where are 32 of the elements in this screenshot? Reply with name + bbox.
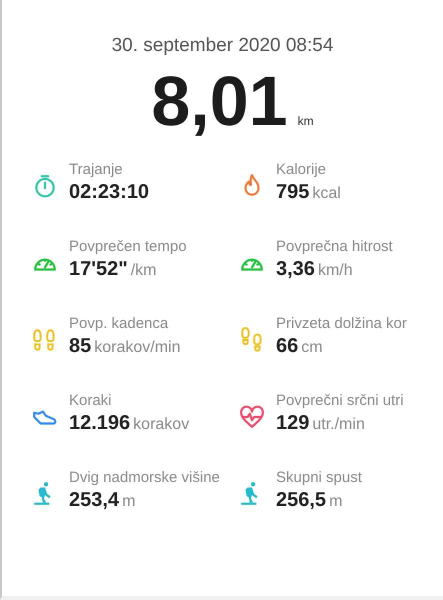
metric-unit: m	[329, 493, 342, 511]
distance-value: 8,01	[151, 61, 288, 141]
date-time: 30. september 2020 08:54	[110, 35, 334, 57]
metric-value: 66	[276, 335, 298, 358]
metric-label: Povprečen tempo	[69, 238, 187, 255]
metric-value: 12.196	[69, 412, 130, 435]
metric-unit: korakov	[133, 416, 190, 434]
metric-value: 3,36	[276, 258, 315, 281]
metric-unit: utr./min	[312, 416, 365, 434]
metric-unit: kcal	[312, 185, 341, 203]
metric-value: 02:23:10	[69, 181, 150, 204]
metric-label: Povprečna hitrost	[276, 238, 393, 255]
metric-unit: korakov/min	[94, 339, 180, 357]
metric-label: Dvig nadmorske višine	[69, 469, 220, 486]
metric-unit: km/h	[318, 262, 353, 280]
metric-value: 253,4	[69, 489, 120, 512]
metric-value: 129	[276, 412, 310, 435]
metric-label: Kalorije	[276, 161, 328, 178]
metric-value: 85	[69, 335, 92, 358]
distance-unit: km	[298, 114, 314, 128]
metric-unit: m	[122, 493, 136, 511]
metric-unit: cm	[301, 339, 323, 357]
metric-label: Povp. kadenca	[69, 315, 170, 332]
metric-label: Trajanje	[69, 161, 124, 178]
metric-value: 795	[276, 181, 310, 204]
metric-label: Povprečni srčni utri	[276, 392, 404, 409]
metric-label: Privzeta dolžina kor	[276, 315, 407, 332]
metric-label: Skupni spust	[276, 469, 362, 486]
metric-unit: /km	[130, 262, 157, 280]
metric-value: 17'52"	[69, 258, 128, 281]
metric-value: 256,5	[276, 489, 326, 512]
metric-label: Koraki	[69, 392, 113, 409]
